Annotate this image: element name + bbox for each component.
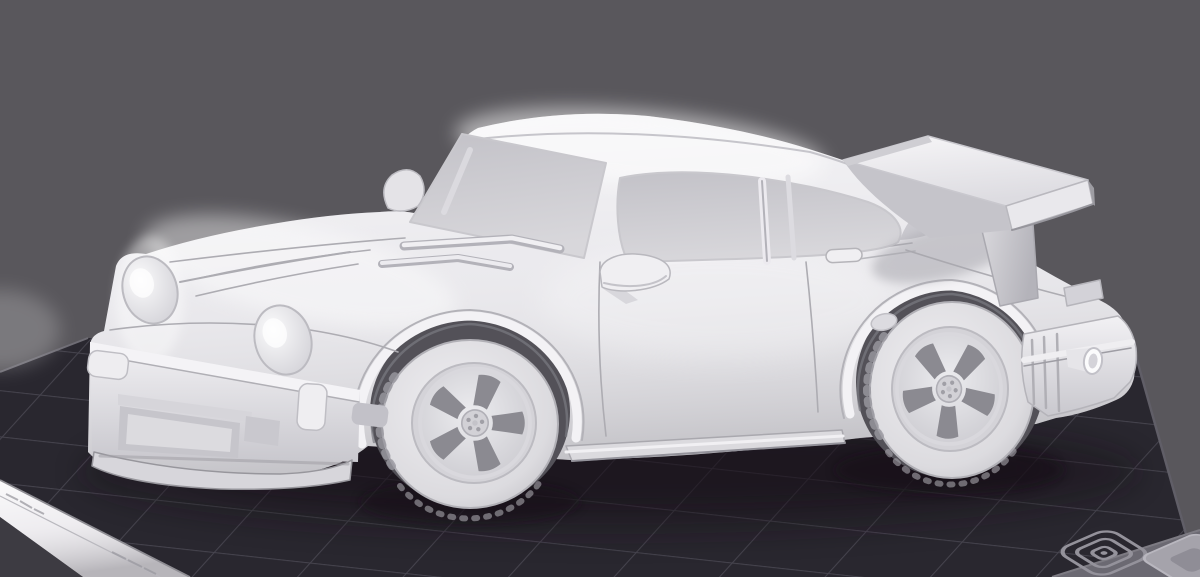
bumper-guard-left bbox=[86, 349, 130, 381]
door-handle bbox=[825, 247, 863, 264]
3d-viewport[interactable] bbox=[0, 0, 1200, 577]
scene-canvas[interactable] bbox=[0, 0, 1200, 577]
fog-slot bbox=[244, 416, 280, 446]
bumper-guard-right bbox=[296, 382, 328, 432]
